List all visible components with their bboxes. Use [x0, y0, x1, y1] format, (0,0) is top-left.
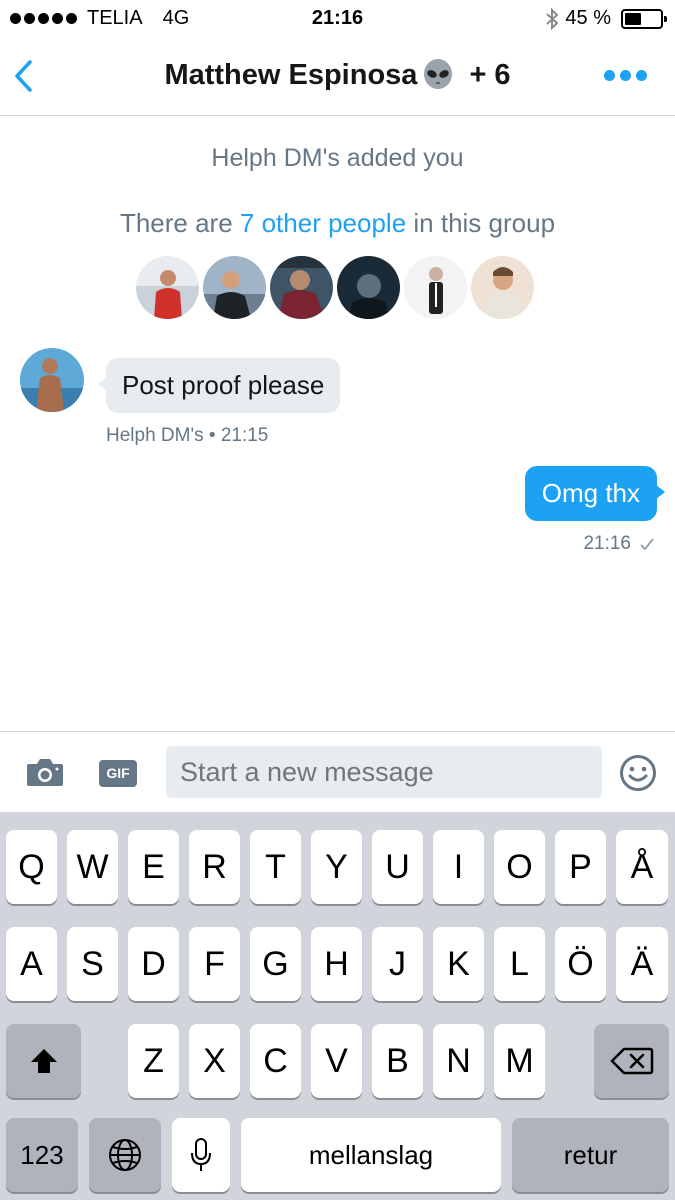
conversation-header: Matthew Espinosa + 6 [0, 38, 675, 116]
key-f[interactable]: F [189, 927, 240, 1001]
sender-avatar[interactable] [20, 348, 84, 412]
key-c[interactable]: C [250, 1024, 301, 1098]
outgoing-message-meta: 21:16 [583, 533, 655, 555]
key-q[interactable]: Q [6, 830, 57, 904]
battery-percent: 45 % [565, 7, 611, 29]
key-o[interactable]: O [494, 830, 545, 904]
key-y[interactable]: Y [311, 830, 362, 904]
bluetooth-icon [546, 7, 559, 30]
incoming-message-meta: Helph DM's • 21:15 [106, 425, 268, 447]
backspace-key[interactable] [594, 1024, 669, 1098]
gif-button[interactable]: GIF [99, 760, 137, 787]
key-t[interactable]: T [250, 830, 301, 904]
avatar[interactable] [471, 256, 534, 319]
camera-icon[interactable] [25, 756, 65, 788]
message-composer: GIF [0, 731, 675, 812]
system-message-added: Helph DM's added you [211, 144, 464, 172]
avatar[interactable] [136, 256, 199, 319]
numbers-key[interactable]: 123 [6, 1118, 78, 1192]
key-i[interactable]: I [433, 830, 484, 904]
key-s[interactable]: S [67, 927, 118, 1001]
key-g[interactable]: G [250, 927, 301, 1001]
key-b[interactable]: B [372, 1024, 423, 1098]
group-info-suffix: in this group [413, 208, 556, 238]
key-p[interactable]: P [555, 830, 606, 904]
key-j[interactable]: J [372, 927, 423, 1001]
message-bubble-incoming[interactable]: Post proof please [97, 358, 341, 413]
backspace-icon [610, 1047, 653, 1075]
conversation-title[interactable]: Matthew Espinosa + 6 [0, 58, 675, 92]
key-z[interactable]: Z [128, 1024, 179, 1098]
message-bubble-outgoing[interactable]: Omg thx [524, 466, 666, 521]
key-x[interactable]: X [189, 1024, 240, 1098]
return-key[interactable]: retur [512, 1118, 669, 1192]
avatar[interactable] [203, 256, 266, 319]
group-info-prefix: There are [119, 208, 233, 238]
group-member-avatars[interactable] [136, 256, 534, 319]
alien-emoji-icon [424, 59, 453, 89]
key-w[interactable]: W [67, 830, 118, 904]
shift-key[interactable] [6, 1024, 81, 1098]
participants-count: + 6 [469, 58, 511, 91]
group-members-link[interactable]: 7 other people [240, 208, 406, 238]
globe-key[interactable] [89, 1118, 161, 1192]
status-bar: TELIA 4G 21:16 45 % [0, 0, 675, 38]
avatar[interactable] [270, 256, 333, 319]
key-a-ring[interactable]: Å [616, 830, 668, 904]
avatar[interactable] [337, 256, 400, 319]
microphone-icon [191, 1138, 211, 1171]
more-options-button[interactable] [604, 70, 647, 81]
key-n[interactable]: N [433, 1024, 484, 1098]
emoji-icon[interactable] [619, 754, 657, 792]
message-time: 21:15 [220, 425, 269, 446]
space-key[interactable]: mellanslag [241, 1118, 501, 1192]
dictation-key[interactable] [172, 1118, 230, 1192]
key-r[interactable]: R [189, 830, 240, 904]
keyboard: Q W E R T Y U I O P Å A S D F G H J K L … [0, 812, 675, 1200]
shift-icon [30, 1049, 57, 1073]
avatar[interactable] [404, 256, 467, 319]
key-u[interactable]: U [372, 830, 423, 904]
key-h[interactable]: H [311, 927, 362, 1001]
key-l[interactable]: L [494, 927, 545, 1001]
key-d[interactable]: D [128, 927, 179, 1001]
key-v[interactable]: V [311, 1024, 362, 1098]
globe-icon [109, 1139, 141, 1171]
message-input[interactable] [166, 746, 602, 798]
message-time: 21:16 [583, 533, 631, 554]
key-k[interactable]: K [433, 927, 484, 1001]
message-sender: Helph DM's [106, 425, 204, 446]
meta-separator: • [208, 425, 216, 446]
key-m[interactable]: M [494, 1024, 545, 1098]
key-e[interactable]: E [128, 830, 179, 904]
key-o-umlaut[interactable]: Ö [555, 927, 606, 1001]
group-info: There are 7 other people in this group [0, 208, 675, 239]
battery-icon [621, 8, 667, 29]
status-right: 45 % [545, 7, 667, 30]
key-a[interactable]: A [6, 927, 57, 1001]
checkmark-icon [640, 538, 654, 551]
conversation-title-name: Matthew Espinosa [164, 58, 418, 91]
key-a-umlaut[interactable]: Ä [616, 927, 668, 1001]
